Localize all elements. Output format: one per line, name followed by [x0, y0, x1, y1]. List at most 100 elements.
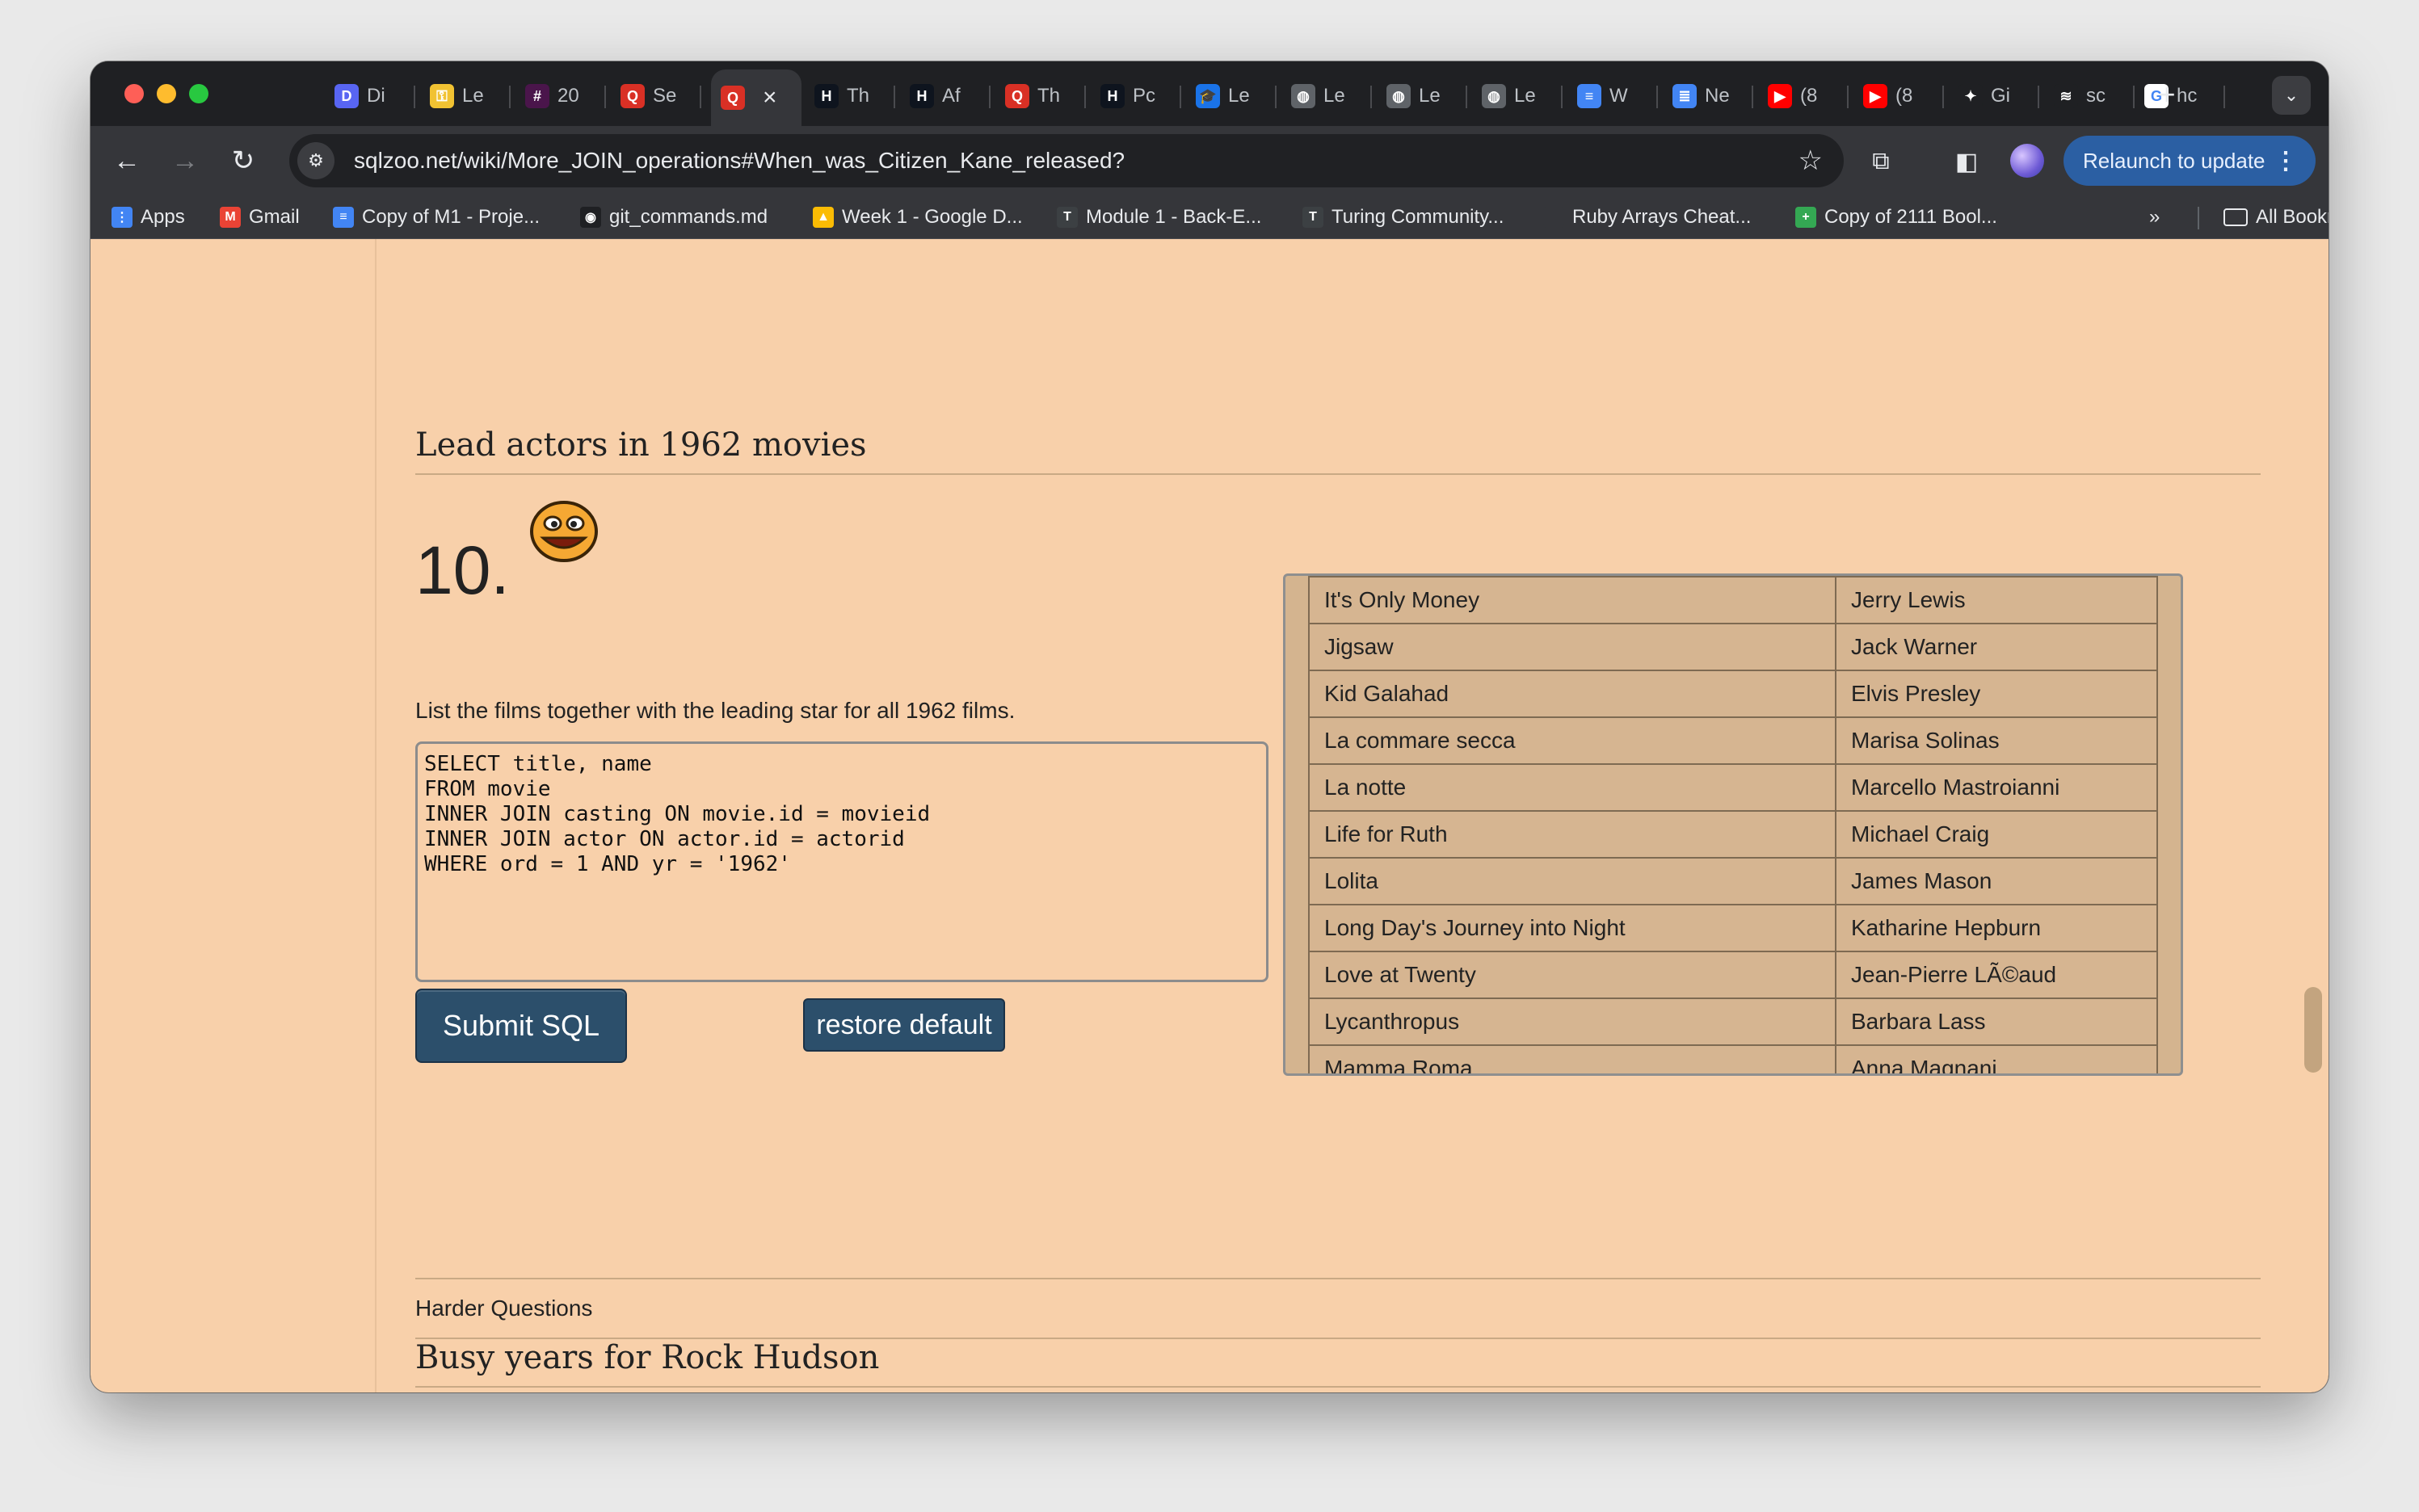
tab-10[interactable]: ◍ Le [1281, 71, 1372, 121]
question-text: List the films together with the leading… [415, 698, 1016, 723]
close-icon[interactable]: × [763, 84, 777, 111]
harder-questions-label: Harder Questions [415, 1296, 593, 1321]
name-cell: Jerry Lewis [1835, 576, 2158, 624]
table-row: La notte Marcello Mastroianni [1308, 763, 2158, 812]
restore-default-button[interactable]: restore default [803, 998, 1005, 1052]
side-panel-icon[interactable]: ◧ [1949, 144, 1984, 179]
slack-icon: # [525, 84, 549, 108]
results-panel[interactable]: It's Only Money Jerry Lewis Jigsaw Jack War… [1283, 573, 2183, 1076]
tab-4[interactable]: Q × [711, 69, 801, 126]
tab-label: Le [1228, 85, 1250, 107]
tab-label: Pc [1133, 85, 1156, 107]
tab-17[interactable]: ✦ Gi [1949, 71, 2039, 121]
tab-6[interactable]: H Af [900, 71, 991, 121]
address-bar[interactable]: ⚙ sqlzoo.net/wiki/More_JOIN_operations#W… [289, 134, 1844, 187]
back-button[interactable]: ← [108, 142, 145, 179]
tab-label: Le [1323, 85, 1345, 107]
name-cell: Jean-Pierre LÃ©aud [1835, 951, 2158, 999]
tab-1[interactable]: ⚿ Le [420, 71, 511, 121]
bookmark-0[interactable]: ⋮ Apps [111, 204, 185, 231]
title-cell: Mamma Roma [1308, 1044, 1836, 1073]
tab-8[interactable]: H Pc [1091, 71, 1181, 121]
bookmark-7[interactable]: Ruby Arrays Cheat... [1543, 204, 1751, 231]
bookmark-6[interactable]: T Turing Community... [1302, 204, 1504, 231]
reload-button[interactable]: ↻ [225, 142, 262, 179]
gemini-icon: ✦ [1958, 84, 1983, 108]
tab-separator [2038, 86, 2039, 108]
divider [415, 1278, 2261, 1279]
tab-3[interactable]: Q Se [611, 71, 701, 121]
bookmark-2[interactable]: ≡ Copy of M1 - Proje... [333, 204, 540, 231]
tab-search-button[interactable]: ⌄ [2272, 76, 2311, 115]
zoom-window-button[interactable] [189, 84, 208, 103]
tab-label: (8 [1800, 85, 1818, 107]
minimize-window-button[interactable] [157, 84, 176, 103]
tab-7[interactable]: Q Th [995, 71, 1086, 121]
tab-separator [700, 86, 701, 108]
tab-5[interactable]: H Th [805, 71, 895, 121]
tab-separator [894, 86, 895, 108]
tab-label: Af [942, 85, 961, 107]
hackerrank-icon: H [1100, 84, 1125, 108]
tab-11[interactable]: ◍ Le [1377, 71, 1467, 121]
globe-icon: ◍ [1386, 84, 1411, 108]
table-row: Life for Ruth Michael Craig [1308, 810, 2158, 859]
bookmarks-overflow-button[interactable]: » [2149, 204, 2160, 231]
section-title: Lead actors in 1962 movies [415, 426, 867, 464]
tab-13[interactable]: ≡ W [1567, 71, 1658, 121]
tab-16[interactable]: ▶ (8 [1853, 71, 1944, 121]
table-row: Jigsaw Jack Warner [1308, 623, 2158, 671]
github-icon: ◉ [580, 207, 601, 228]
google-docs-icon: ≡ [333, 207, 354, 228]
tab-12[interactable]: ◍ Le [1472, 71, 1563, 121]
tab-9[interactable]: 🎓 Le [1186, 71, 1277, 121]
tab-label: Le [1514, 85, 1536, 107]
tab-2[interactable]: #20 [515, 71, 606, 121]
tab-label: Se [653, 85, 677, 107]
relaunch-button[interactable]: Relaunch to update ⋮ [2064, 136, 2316, 186]
url-text[interactable]: sqlzoo.net/wiki/More_JOIN_operations#Whe… [354, 148, 1125, 174]
hackerrank-icon: H [910, 84, 934, 108]
profile-avatar[interactable] [2010, 144, 2044, 178]
tab-separator [509, 86, 511, 108]
graduation-cap-icon: 🎓 [1196, 84, 1220, 108]
table-row: Lolita James Mason [1308, 857, 2158, 905]
tab-separator [1561, 86, 1563, 108]
tab-18[interactable]: ≋ sc [2044, 71, 2135, 121]
relaunch-label: Relaunch to update [2083, 148, 2265, 173]
site-settings-icon[interactable]: ⚙ [297, 142, 334, 179]
tab-0[interactable]: D Di [325, 71, 415, 121]
title-cell: Kid Galahad [1308, 670, 1836, 718]
blank-page-icon [1543, 207, 1564, 228]
title-cell: La notte [1308, 763, 1836, 812]
bookmark-3[interactable]: ◉ git_commands.md [580, 204, 768, 231]
bookmark-4[interactable]: ▲ Week 1 - Google D... [813, 204, 1023, 231]
new-tab-button[interactable]: + [2149, 78, 2185, 111]
globe-icon: ◍ [1291, 84, 1315, 108]
close-window-button[interactable] [124, 84, 144, 103]
key-icon: ⚿ [430, 84, 454, 108]
bookmark-5[interactable]: T Module 1 - Back-E... [1057, 204, 1261, 231]
tab-15[interactable]: ▶ (8 [1758, 71, 1849, 121]
bookmarks-bar: ⋮ Apps M Gmail ≡ Copy of M1 - Proje... ◉ git_co… [90, 195, 2329, 239]
tab-14[interactable]: ≣ Ne [1663, 71, 1753, 121]
bookmark-star-icon[interactable]: ☆ [1798, 145, 1823, 177]
all-bookmarks-button[interactable]: All Bookmarks [2223, 204, 2329, 231]
page-scrollbar[interactable] [2304, 987, 2322, 1073]
bookmark-1[interactable]: M Gmail [220, 204, 300, 231]
question-number: 10. [415, 532, 510, 608]
arrow-left-icon: ← [113, 145, 141, 176]
sql-editor[interactable]: SELECT title, name FROM movie INNER JOIN… [415, 741, 1268, 982]
reload-icon: ↻ [231, 145, 255, 176]
folder-icon [2223, 208, 2248, 226]
extensions-icon[interactable]: ⧉ [1863, 144, 1899, 179]
stackoverflow-icon: ≋ [2054, 84, 2078, 108]
title-cell: Jigsaw [1308, 623, 1836, 671]
bookmark-8[interactable]: + Copy of 2111 Bool... [1795, 204, 1997, 231]
next-section-title: Busy years for Rock Hudson [415, 1339, 880, 1376]
toolbar: ← → ↻ ⚙ sqlzoo.net/wiki/More_JOIN_operat… [90, 126, 2329, 195]
submit-sql-button[interactable]: Submit SQL [415, 989, 627, 1063]
table-row: Love at Twenty Jean-Pierre LÃ©aud [1308, 951, 2158, 999]
forward-button[interactable]: → [166, 142, 204, 179]
results-table: It's Only Money Jerry Lewis Jigsaw Jack War… [1308, 576, 2158, 1073]
